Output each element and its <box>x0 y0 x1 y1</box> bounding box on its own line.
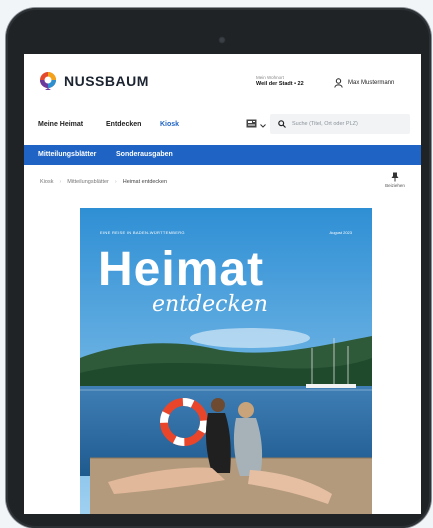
bookmark-label: Beiziehen <box>385 183 405 188</box>
location-pin-logo-icon <box>38 71 58 91</box>
bookmark-button[interactable]: Beiziehen <box>382 172 408 188</box>
category-dropdown[interactable] <box>246 117 268 131</box>
cover-subtitle: entdecken <box>152 292 268 317</box>
pin-icon <box>382 172 408 183</box>
location-caption: Mein Wohnort <box>256 75 284 80</box>
newspaper-icon <box>246 115 257 133</box>
search-input[interactable]: Suche (Titel, Ort oder PLZ) <box>292 121 358 127</box>
location-value: Weil der Stadt • 22 <box>256 81 304 87</box>
magazine-cover[interactable]: EINE REISE IN BADEN-WÜRTTEMBERG August 2… <box>80 208 372 514</box>
tablet-frame: NUSSBAUM Mein Wohnort Weil der Stadt • 2… <box>6 8 431 528</box>
header: NUSSBAUM Mein Wohnort Weil der Stadt • 2… <box>24 54 421 106</box>
breadcrumb-item[interactable]: Mitteilungsblätter <box>67 179 109 185</box>
sub-nav: Mitteilungsblätter Sonderausgaben <box>24 145 421 165</box>
breadcrumb-separator: › <box>59 179 62 185</box>
cover-issue-date: August 2023 <box>329 230 352 235</box>
breadcrumb-current: Heimat entdecken <box>122 179 168 185</box>
search-field[interactable]: Suche (Titel, Ort oder PLZ) <box>270 114 410 134</box>
chevron-down-icon <box>260 115 266 133</box>
user-icon <box>334 78 343 88</box>
camera-dot <box>218 36 226 44</box>
breadcrumb: Kiosk › Mitteilungsblätter › Heimat entd… <box>40 179 167 185</box>
breadcrumb-separator: › <box>114 179 117 185</box>
location-selector[interactable]: Mein Wohnort Weil der Stadt • 22 <box>256 74 304 88</box>
user-name: Max Mustermann <box>348 80 395 86</box>
search-icon <box>278 120 286 128</box>
nav-item-entdecken[interactable]: Entdecken <box>106 121 141 128</box>
app-screen: NUSSBAUM Mein Wohnort Weil der Stadt • 2… <box>24 54 421 514</box>
brand-name: NUSSBAUM <box>64 73 149 89</box>
cover-kicker: EINE REISE IN BADEN-WÜRTTEMBERG <box>100 230 185 235</box>
user-menu[interactable]: Max Mustermann <box>334 78 394 88</box>
nav-item-meine-heimat[interactable]: Meine Heimat <box>38 121 83 128</box>
tab-sonderausgaben[interactable]: Sonderausgaben <box>116 151 173 158</box>
tab-mitteilungsblaetter[interactable]: Mitteilungsblätter <box>38 151 96 158</box>
brand-logo[interactable]: NUSSBAUM <box>38 71 149 91</box>
breadcrumb-item[interactable]: Kiosk <box>40 179 53 185</box>
cover-title: Heimat <box>98 243 265 296</box>
nav-item-kiosk[interactable]: Kiosk <box>160 121 179 128</box>
